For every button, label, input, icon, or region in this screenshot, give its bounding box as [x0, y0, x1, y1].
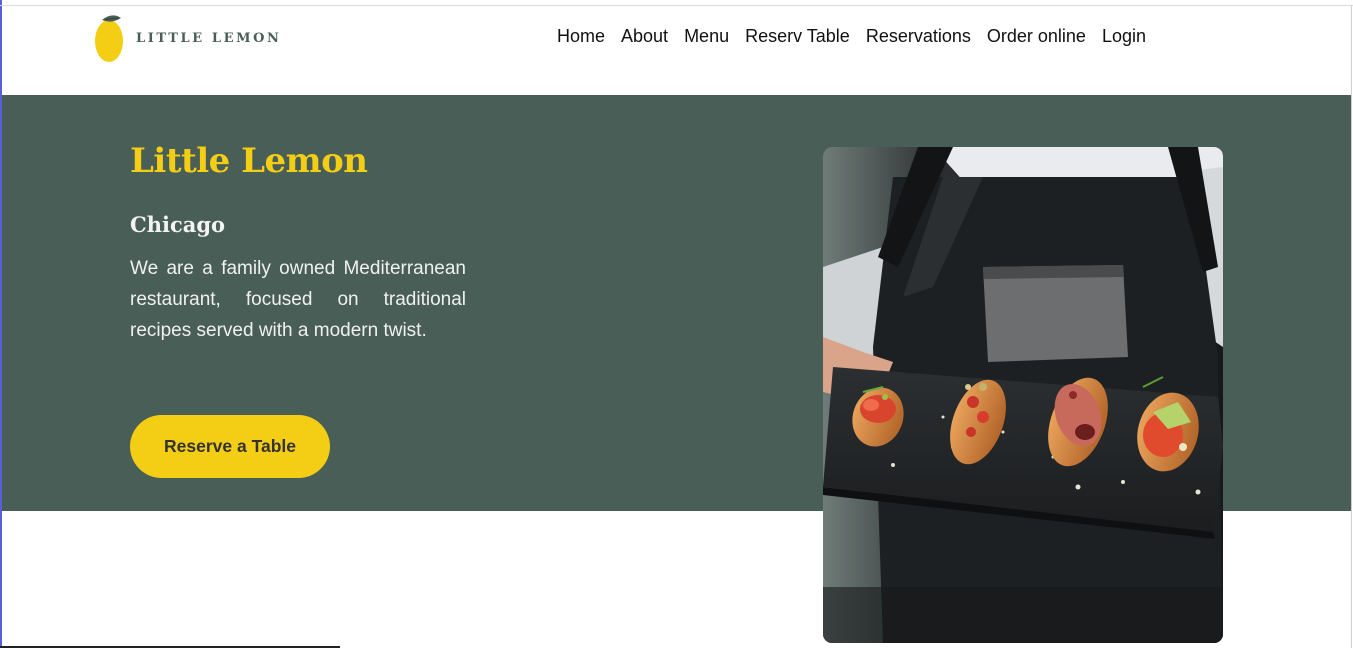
nav-login[interactable]: Login — [1102, 26, 1146, 47]
main-nav: Home About Menu Reserv Table Reservation… — [557, 26, 1162, 47]
reserve-table-button[interactable]: Reserve a Table — [130, 415, 330, 478]
nav-reservations[interactable]: Reservations — [866, 26, 971, 47]
site-header: LITTLE LEMON Home About Menu Reserv Tabl… — [2, 6, 1351, 95]
nav-order-online[interactable]: Order online — [987, 26, 1086, 47]
lemon-icon — [95, 15, 123, 62]
nav-home[interactable]: Home — [557, 26, 605, 47]
window-right-border — [1351, 5, 1352, 648]
hero-description: We are a family owned Mediterranean rest… — [130, 258, 466, 341]
nav-about[interactable]: About — [621, 26, 668, 47]
nav-reserv-table[interactable]: Reserv Table — [745, 26, 850, 47]
logo-link[interactable]: LITTLE LEMON — [94, 12, 282, 64]
nav-menu[interactable]: Menu — [684, 26, 729, 47]
page: LITTLE LEMON Home About Menu Reserv Tabl… — [0, 0, 1353, 648]
logo-text: LITTLE LEMON — [136, 30, 282, 46]
food-platter-photo — [823, 147, 1223, 643]
hero-title: Little Lemon — [130, 141, 368, 181]
hero-city: Chicago — [130, 212, 226, 237]
